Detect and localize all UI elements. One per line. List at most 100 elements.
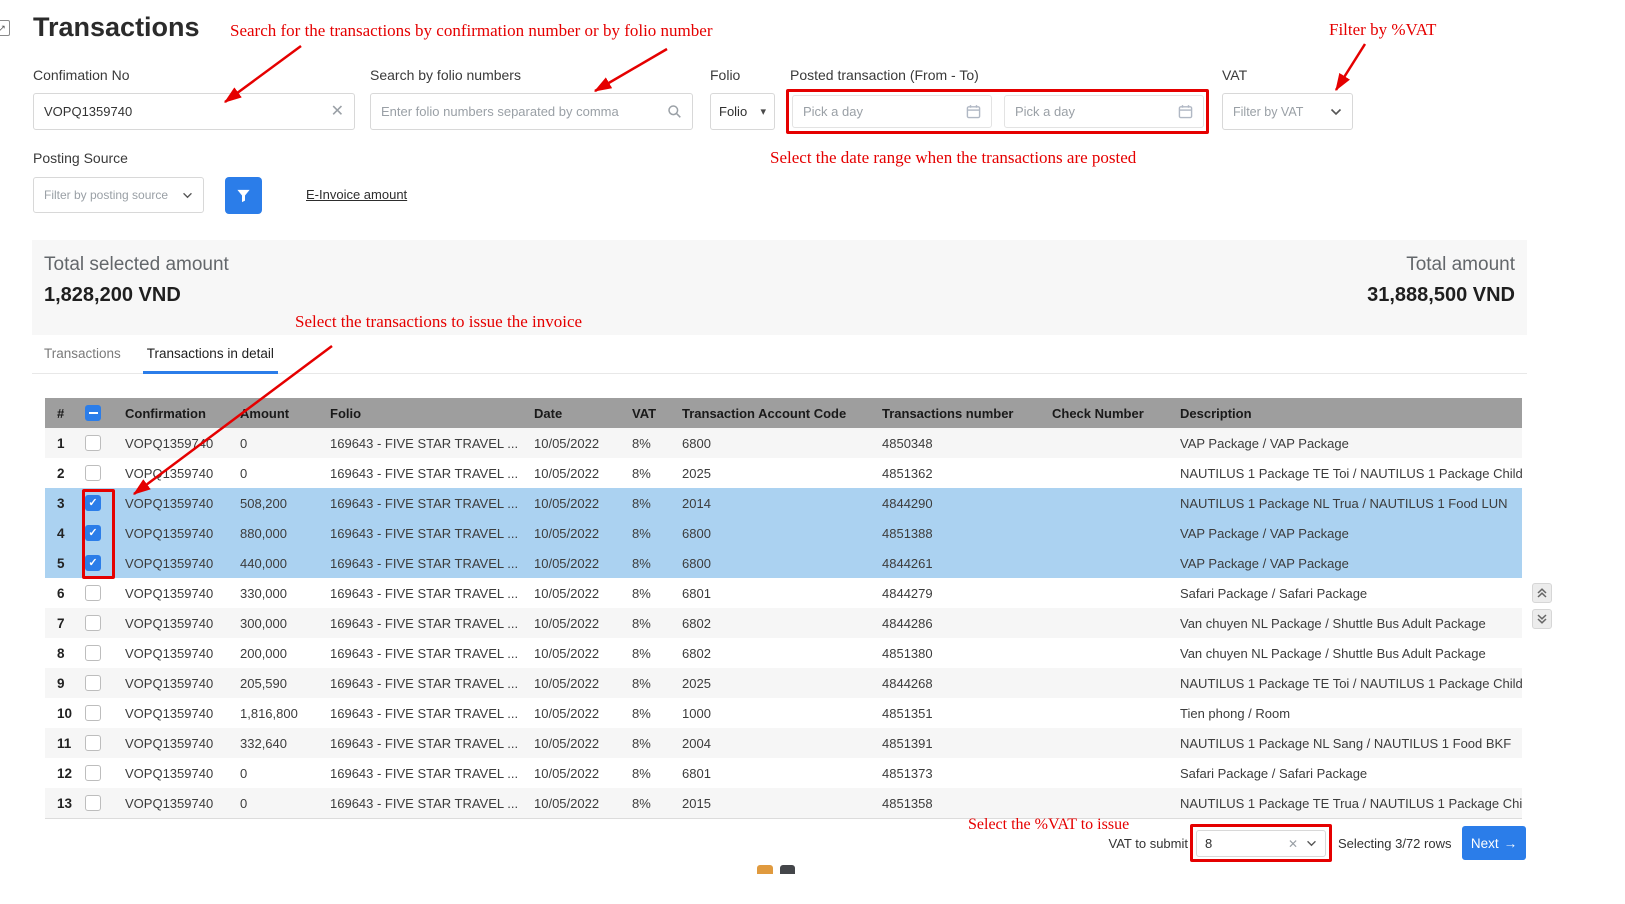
cell-folio: 169643 - FIVE STAR TRAVEL ... bbox=[318, 458, 522, 488]
total-selected-value: 1,828,200 VND bbox=[44, 284, 229, 307]
einvoice-amount-link[interactable]: E-Invoice amount bbox=[306, 187, 407, 202]
row-checkbox[interactable] bbox=[85, 645, 101, 661]
cell-check-number bbox=[1040, 698, 1168, 728]
row-checkbox[interactable] bbox=[85, 525, 101, 541]
cell-vat: 8% bbox=[620, 428, 670, 458]
confirmation-no-value[interactable] bbox=[44, 104, 325, 119]
header-description: Description bbox=[1168, 398, 1522, 428]
cell-check-number bbox=[1040, 758, 1168, 788]
row-checkbox-cell bbox=[77, 428, 113, 458]
date-from-input[interactable]: Pick a day bbox=[792, 95, 992, 128]
cell-description: Van chuyen NL Package / Shuttle Bus Adul… bbox=[1168, 608, 1522, 638]
annotation-vat-filter-hint: Filter by %VAT bbox=[1329, 20, 1436, 40]
table-row[interactable]: 13VOPQ13597400169643 - FIVE STAR TRAVEL … bbox=[45, 788, 1522, 818]
row-checkbox-cell bbox=[77, 698, 113, 728]
page-title: Transactions bbox=[33, 12, 200, 43]
folio-search-value[interactable] bbox=[381, 104, 661, 119]
row-checkbox[interactable] bbox=[85, 735, 101, 751]
row-checkbox[interactable] bbox=[85, 495, 101, 511]
row-checkbox[interactable] bbox=[85, 705, 101, 721]
row-checkbox[interactable] bbox=[85, 585, 101, 601]
cell-amount: 508,200 bbox=[228, 488, 318, 518]
cell-confirmation: VOPQ1359740 bbox=[113, 458, 228, 488]
folio-search-input[interactable] bbox=[370, 93, 693, 130]
chevron-down-icon bbox=[1330, 108, 1342, 116]
row-checkbox[interactable] bbox=[85, 435, 101, 451]
tab-transactions[interactable]: Transactions bbox=[40, 340, 125, 374]
cell-check-number bbox=[1040, 728, 1168, 758]
table-row[interactable]: 1VOPQ13597400169643 - FIVE STAR TRAVEL .… bbox=[45, 428, 1522, 458]
cell-description: Safari Package / Safari Package bbox=[1168, 578, 1522, 608]
cell-transaction-number: 4844290 bbox=[870, 488, 1040, 518]
calendar-icon bbox=[1178, 104, 1193, 119]
cell-vat: 8% bbox=[620, 638, 670, 668]
cell-amount: 0 bbox=[228, 428, 318, 458]
table-row[interactable]: 5VOPQ1359740440,000169643 - FIVE STAR TR… bbox=[45, 548, 1522, 578]
confirmation-no-input[interactable]: ✕ bbox=[33, 93, 355, 130]
header-confirmation: Confirmation bbox=[113, 398, 228, 428]
transactions-table: # Confirmation Amount Folio Date VAT Tra… bbox=[45, 398, 1522, 818]
filter-button[interactable] bbox=[225, 177, 262, 214]
row-checkbox[interactable] bbox=[85, 555, 101, 571]
table-row[interactable]: 6VOPQ1359740330,000169643 - FIVE STAR TR… bbox=[45, 578, 1522, 608]
vat-label: VAT bbox=[1222, 67, 1247, 83]
cell-check-number bbox=[1040, 788, 1168, 818]
chevron-down-icon: ▾ bbox=[760, 105, 766, 118]
cell-description: Van chuyen NL Package / Shuttle Bus Adul… bbox=[1168, 638, 1522, 668]
folio-dropdown[interactable]: Folio ▾ bbox=[710, 93, 775, 130]
row-checkbox[interactable] bbox=[85, 465, 101, 481]
table-row[interactable]: 10VOPQ13597401,816,800169643 - FIVE STAR… bbox=[45, 698, 1522, 728]
cell-vat: 8% bbox=[620, 758, 670, 788]
cell-transaction-number: 4851351 bbox=[870, 698, 1040, 728]
cell-confirmation: VOPQ1359740 bbox=[113, 578, 228, 608]
table-row[interactable]: 11VOPQ1359740332,640169643 - FIVE STAR T… bbox=[45, 728, 1522, 758]
row-number: 2 bbox=[45, 458, 77, 488]
row-checkbox[interactable] bbox=[85, 765, 101, 781]
row-number: 1 bbox=[45, 428, 77, 458]
cell-folio: 169643 - FIVE STAR TRAVEL ... bbox=[318, 548, 522, 578]
row-number: 13 bbox=[45, 788, 77, 818]
cell-confirmation: VOPQ1359740 bbox=[113, 758, 228, 788]
table-row[interactable]: 12VOPQ13597400169643 - FIVE STAR TRAVEL … bbox=[45, 758, 1522, 788]
row-checkbox-cell bbox=[77, 728, 113, 758]
annotation-date-range-hint: Select the date range when the transacti… bbox=[770, 148, 1136, 168]
header-vat: VAT bbox=[620, 398, 670, 428]
summary-panel: Total selected amount 1,828,200 VND Tota… bbox=[32, 240, 1527, 335]
clear-icon[interactable]: ✕ bbox=[331, 104, 344, 120]
cell-confirmation: VOPQ1359740 bbox=[113, 428, 228, 458]
posting-source-dropdown[interactable]: Filter by posting source bbox=[33, 177, 204, 213]
table-row[interactable]: 3VOPQ1359740508,200169643 - FIVE STAR TR… bbox=[45, 488, 1522, 518]
row-checkbox[interactable] bbox=[85, 615, 101, 631]
cell-check-number bbox=[1040, 668, 1168, 698]
cell-transaction-number: 4851373 bbox=[870, 758, 1040, 788]
table-row[interactable]: 2VOPQ13597400169643 - FIVE STAR TRAVEL .… bbox=[45, 458, 1522, 488]
table-row[interactable]: 4VOPQ1359740880,000169643 - FIVE STAR TR… bbox=[45, 518, 1522, 548]
cell-transaction-number: 4851380 bbox=[870, 638, 1040, 668]
row-number: 12 bbox=[45, 758, 77, 788]
cell-transaction-number: 4851388 bbox=[870, 518, 1040, 548]
scroll-to-top-button[interactable] bbox=[1532, 583, 1552, 603]
row-checkbox[interactable] bbox=[85, 795, 101, 811]
cell-date: 10/05/2022 bbox=[522, 578, 620, 608]
cell-description: NAUTILUS 1 Package NL Sang / NAUTILUS 1 … bbox=[1168, 728, 1522, 758]
cell-account-code: 1000 bbox=[670, 698, 870, 728]
table-row[interactable]: 7VOPQ1359740300,000169643 - FIVE STAR TR… bbox=[45, 608, 1522, 638]
tab-transactions-in-detail[interactable]: Transactions in detail bbox=[143, 340, 278, 374]
clear-icon[interactable]: ✕ bbox=[1288, 838, 1298, 850]
row-checkbox-cell bbox=[77, 488, 113, 518]
table-bottom-divider bbox=[45, 818, 1522, 819]
next-button[interactable]: Next → bbox=[1462, 826, 1526, 860]
date-to-input[interactable]: Pick a day bbox=[1004, 95, 1204, 128]
cell-confirmation: VOPQ1359740 bbox=[113, 608, 228, 638]
row-checkbox[interactable] bbox=[85, 675, 101, 691]
table-row[interactable]: 9VOPQ1359740205,590169643 - FIVE STAR TR… bbox=[45, 668, 1522, 698]
cell-confirmation: VOPQ1359740 bbox=[113, 518, 228, 548]
vat-to-submit-value: 8 bbox=[1205, 836, 1282, 851]
vat-to-submit-dropdown[interactable]: 8 ✕ bbox=[1196, 830, 1326, 857]
header-checkbox-cell bbox=[77, 398, 113, 428]
vat-filter-dropdown[interactable]: Filter by VAT bbox=[1222, 93, 1353, 130]
table-row[interactable]: 8VOPQ1359740200,000169643 - FIVE STAR TR… bbox=[45, 638, 1522, 668]
select-all-checkbox[interactable] bbox=[85, 405, 101, 421]
scroll-to-bottom-button[interactable] bbox=[1532, 609, 1552, 629]
row-number: 3 bbox=[45, 488, 77, 518]
